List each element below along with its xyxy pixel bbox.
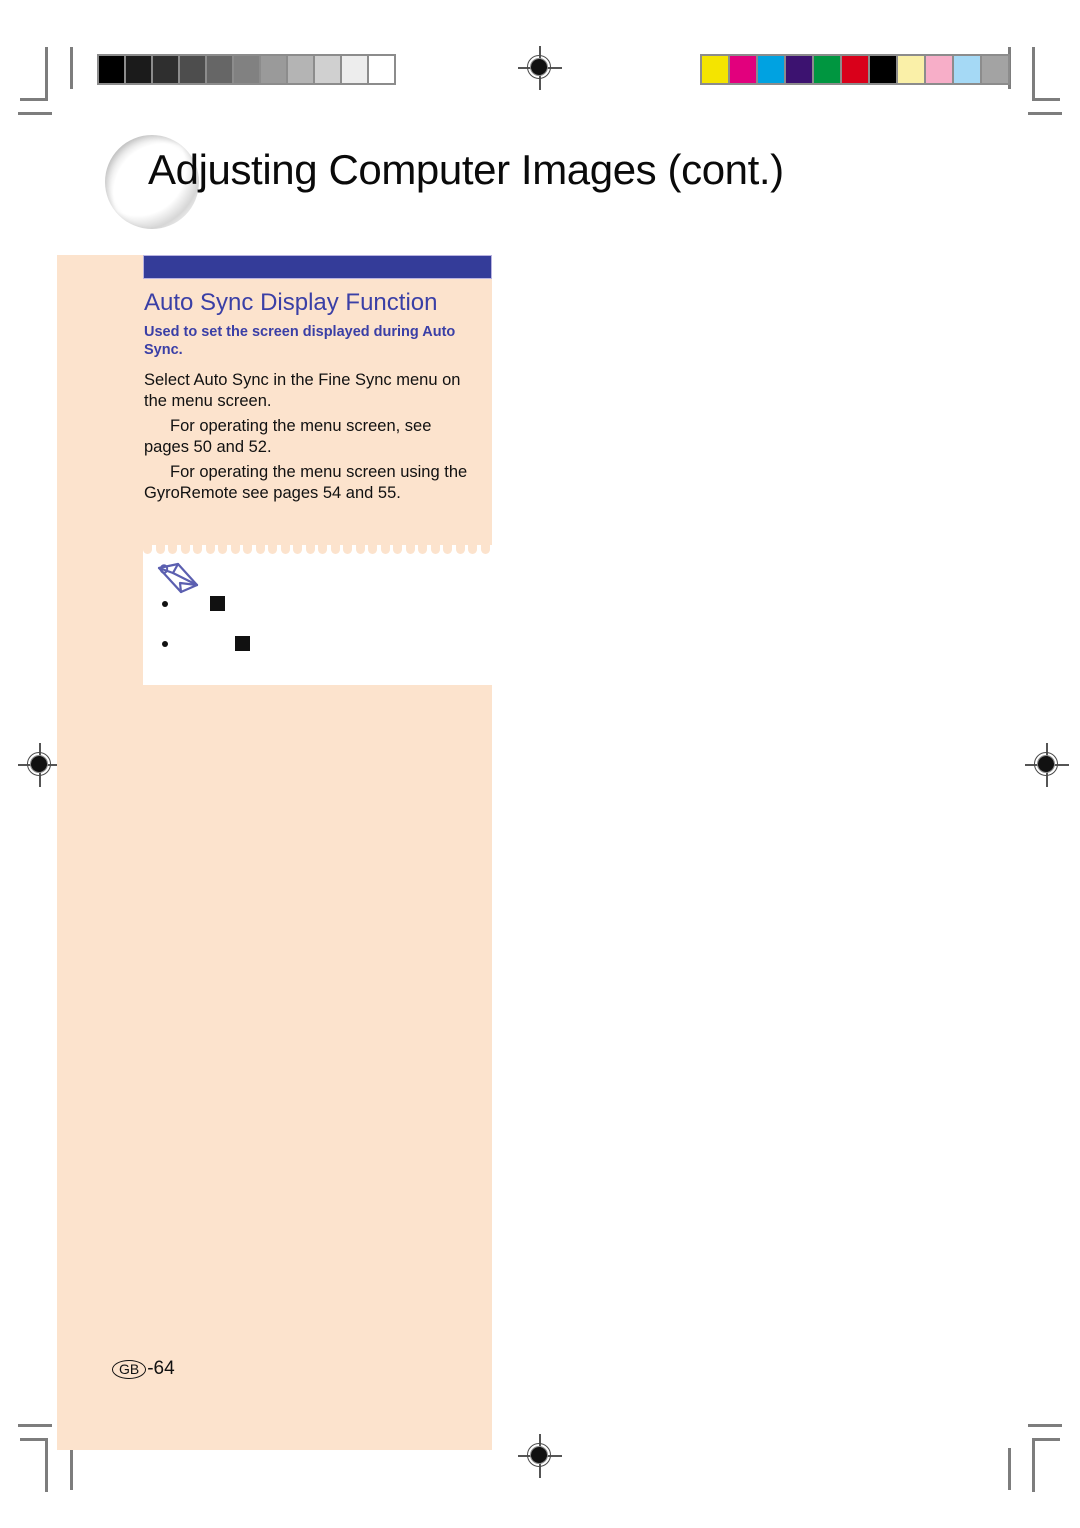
crop-mark-bottom-left-vertical (45, 1438, 48, 1492)
registration-mark-bottom-center (518, 1434, 562, 1478)
calibration-patch-6 (261, 56, 286, 83)
note-scallop-notch (243, 545, 252, 554)
note-scallop-notch (193, 545, 202, 554)
registration-center-dot (531, 1447, 547, 1463)
note-scallop-notch (330, 545, 340, 554)
registration-center-dot (531, 59, 547, 75)
calibration-patch-3 (180, 56, 205, 83)
note-scallop-notch (255, 545, 265, 554)
crop-mark-bottom-right-vertical (1032, 1438, 1035, 1492)
calibration-patch-1 (126, 56, 151, 83)
color-calibration-strip (700, 54, 1010, 85)
page-header: Adjusting Computer Images (cont.) (100, 133, 800, 233)
note-square-marker-2 (235, 636, 250, 651)
crop-mark-bottom-left-tick (70, 1448, 73, 1490)
crop-mark-bottom-left-bleed (18, 1424, 52, 1427)
note-scallop-notch (418, 545, 427, 554)
calibration-patch-0 (99, 56, 124, 83)
registration-mark-right-middle (1025, 743, 1069, 787)
grayscale-calibration-strip (97, 54, 396, 85)
note-scallop-notch (405, 545, 415, 554)
note-bullet-2 (162, 641, 168, 647)
calibration-patch-5 (842, 56, 868, 83)
pencil-icon (156, 561, 200, 595)
crop-mark-bottom-right-tick (1008, 1448, 1011, 1490)
crop-mark-top-left-vertical (45, 47, 48, 101)
page-number: GB -64 (112, 1358, 175, 1380)
note-scallop-notch (393, 545, 402, 554)
note-scallop-notch (155, 545, 165, 554)
note-scallop-notch (380, 545, 390, 554)
crop-mark-top-left-tick (70, 47, 73, 89)
calibration-patch-10 (982, 56, 1008, 83)
calibration-patch-2 (758, 56, 784, 83)
registration-mark-top-center (518, 46, 562, 90)
calibration-patch-8 (926, 56, 952, 83)
calibration-patch-4 (207, 56, 232, 83)
registration-mark-left-middle (18, 743, 62, 787)
page-number-value: -64 (147, 1358, 175, 1379)
section-heading: Auto Sync Display Function (144, 289, 438, 316)
note-scallop-notch (455, 545, 465, 554)
body-paragraph-2: For operating the menu screen, see pages… (144, 417, 432, 456)
note-scallop-notch (168, 545, 177, 554)
note-scallop-notch (318, 545, 327, 554)
calibration-patch-0 (702, 56, 728, 83)
body-paragraph-3: For operating the menu screen using the … (144, 463, 468, 502)
section-accent-bar (143, 255, 492, 279)
page-title: Adjusting Computer Images (cont.) (148, 146, 784, 193)
crop-mark-bottom-right-horizontal (1032, 1438, 1060, 1441)
note-scallop-notch (443, 545, 452, 554)
note-scallop-notch (468, 545, 477, 554)
note-scallop-notch (205, 545, 215, 554)
note-scallop-notch (268, 545, 277, 554)
page-region-code: GB (112, 1359, 147, 1379)
calibration-patch-1 (730, 56, 756, 83)
note-scallop-notch (143, 545, 152, 554)
section-auto-sync-display-function: Auto Sync Display Function Used to set t… (143, 255, 492, 504)
calibration-patch-2 (153, 56, 178, 83)
section-subtitle: Used to set the screen displayed during … (144, 324, 456, 358)
crop-mark-top-right-vertical (1032, 47, 1035, 101)
crop-mark-top-left-horizontal (20, 98, 48, 101)
note-square-marker-1 (210, 596, 225, 611)
note-scallop-notch (293, 545, 302, 554)
note-scallop-notch (355, 545, 365, 554)
note-scallop-notch (180, 545, 190, 554)
body-paragraph-1: Select Auto Sync in the Fine Sync menu o… (144, 371, 461, 410)
calibration-patch-9 (954, 56, 980, 83)
calibration-patch-7 (898, 56, 924, 83)
calibration-patch-3 (786, 56, 812, 83)
crop-mark-top-right-bleed (1028, 112, 1062, 115)
crop-mark-bottom-right-bleed (1028, 1424, 1062, 1427)
calibration-patch-4 (814, 56, 840, 83)
crop-mark-bottom-left-horizontal (20, 1438, 48, 1441)
note-box (143, 545, 492, 685)
calibration-patch-8 (315, 56, 340, 83)
calibration-patch-9 (342, 56, 367, 83)
crop-mark-top-right-horizontal (1032, 98, 1060, 101)
note-scallop-notch (480, 545, 490, 554)
note-bullet-1 (162, 601, 168, 607)
note-scallop-notch (305, 545, 315, 554)
calibration-patch-7 (288, 56, 313, 83)
registration-center-dot (1038, 756, 1054, 772)
content-column: Auto Sync Display Function Used to set t… (57, 255, 492, 1450)
note-scallop-notch (430, 545, 440, 554)
registration-center-dot (31, 756, 47, 772)
crop-mark-top-left-bleed (18, 112, 52, 115)
note-scallop-notch (280, 545, 290, 554)
calibration-patch-6 (870, 56, 896, 83)
note-scallop-edge (143, 545, 492, 555)
note-scallop-notch (368, 545, 377, 554)
calibration-patch-5 (234, 56, 259, 83)
note-scallop-notch (343, 545, 352, 554)
note-scallop-notch (230, 545, 240, 554)
note-scallop-notch (218, 545, 227, 554)
calibration-patch-10 (369, 56, 394, 83)
